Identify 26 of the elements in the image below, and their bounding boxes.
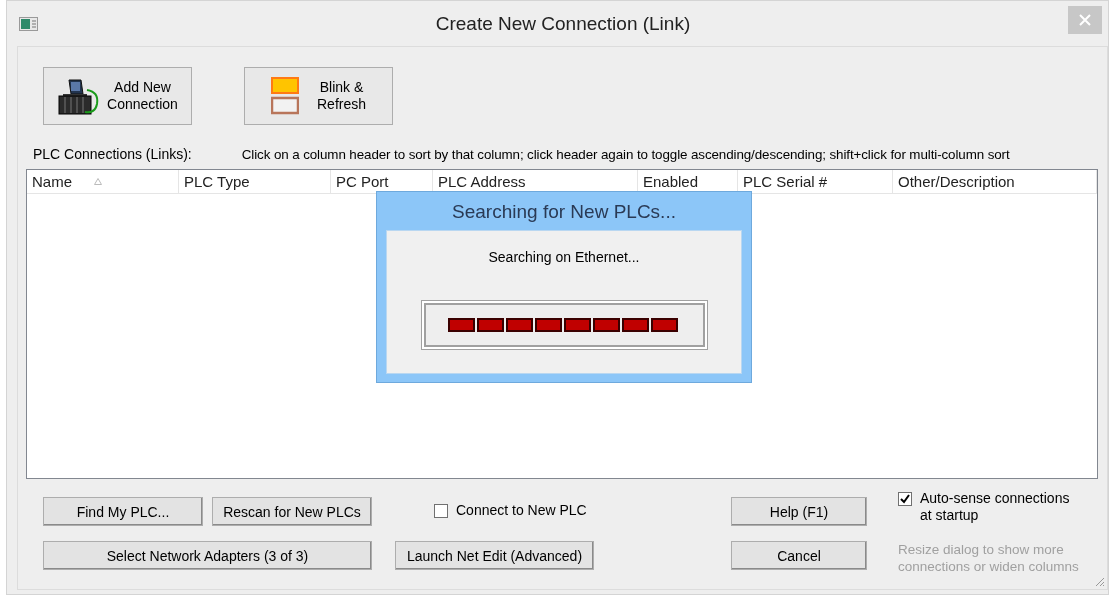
connect-checkbox[interactable]: Connect to New PLC: [395, 502, 594, 526]
checkbox[interactable]: [434, 504, 448, 518]
column-header[interactable]: Other/Description: [893, 170, 1097, 193]
find-plc-button[interactable]: Find My PLC...: [43, 497, 203, 526]
window-title: Create New Connection (Link): [434, 12, 692, 35]
rescan-button[interactable]: Rescan for New PLCs: [212, 497, 372, 526]
cancel-button[interactable]: Cancel: [731, 541, 867, 570]
connections-label: PLC Connections (Links):: [33, 146, 192, 162]
sort-hint: Click on a column header to sort by that column; click header again to toggle ascending/descending; shift+click for multi-column sort: [241, 146, 1010, 162]
network-adapters-button[interactable]: Select Network Adapters (3 of 3): [43, 541, 372, 570]
checkmark-icon: [900, 494, 910, 504]
progress-message: Searching on Ethernet...: [488, 249, 640, 265]
progress-dialog-title: Searching for New PLCs...: [451, 200, 677, 224]
close-icon: [1079, 13, 1091, 26]
blink-lights-icon: [271, 77, 299, 115]
help-button[interactable]: Help (F1): [731, 497, 867, 526]
column-header[interactable]: Name: [27, 170, 179, 193]
blink-refresh-button[interactable]: Blink & Refresh: [244, 67, 393, 125]
autosense-checkbox[interactable]: Auto-sense connections at startup: [898, 490, 1098, 526]
resize-grip-icon[interactable]: [1093, 575, 1105, 587]
column-header[interactable]: PLC Type: [179, 170, 331, 193]
checkbox[interactable]: [898, 492, 912, 506]
resize-hint: Resize dialog to show more connections or widen columns: [898, 541, 1080, 570]
net-edit-button[interactable]: Launch Net Edit (Advanced): [395, 541, 594, 570]
window-icon: [19, 16, 38, 31]
add-connection-button[interactable]: Add New Connection: [43, 67, 192, 125]
